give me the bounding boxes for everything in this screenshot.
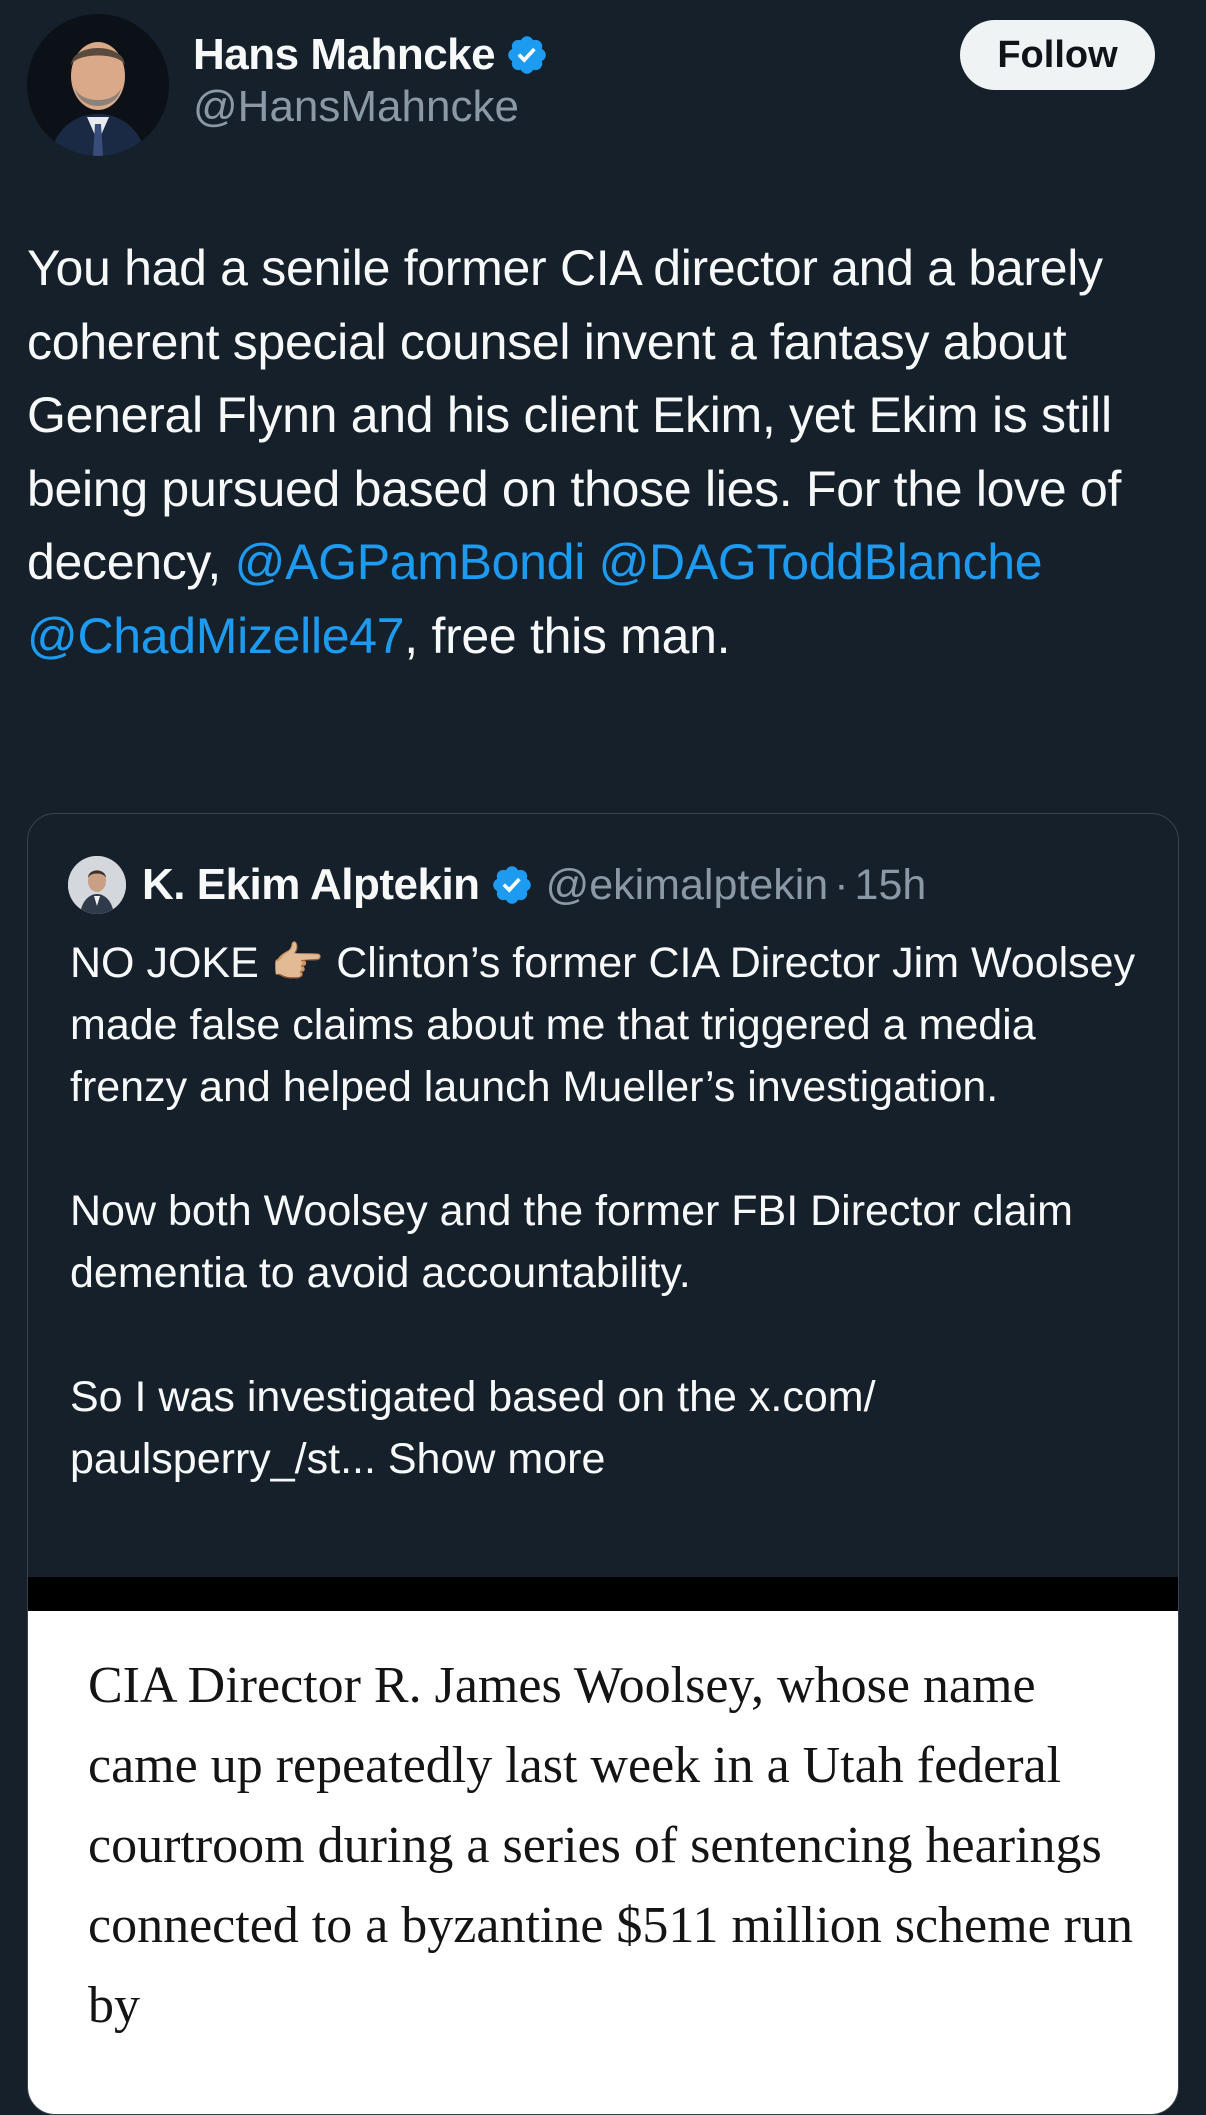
show-more-link[interactable]: Show more bbox=[388, 1435, 605, 1483]
media-top-bar bbox=[28, 1577, 1178, 1611]
author-display-name[interactable]: Hans Mahncke bbox=[193, 30, 496, 80]
quoted-text-segment: NO JOKE bbox=[70, 939, 271, 987]
verified-badge-icon bbox=[508, 36, 546, 74]
mention-link[interactable]: @ChadMizelle47 bbox=[27, 608, 405, 664]
quoted-paragraph-3: So I was investigated based on the x.com… bbox=[70, 1366, 1150, 1490]
mention-link[interactable]: @AGPamBondi bbox=[235, 534, 586, 590]
tweet-text: You had a senile former CIA director and… bbox=[27, 232, 1187, 673]
author-avatar[interactable] bbox=[27, 14, 169, 156]
verified-badge-icon bbox=[492, 866, 531, 904]
quoted-author-avatar[interactable] bbox=[68, 856, 126, 914]
mention-link[interactable]: @DAGToddBlanche bbox=[599, 534, 1043, 590]
quoted-timestamp[interactable]: 15h bbox=[855, 861, 927, 910]
pointing-right-emoji-icon: 👉🏼 bbox=[270, 939, 325, 987]
quoted-paragraph-2: Now both Woolsey and the former FBI Dire… bbox=[70, 1187, 1073, 1297]
media-article-text: CIA Director R. James Woolsey, whose nam… bbox=[88, 1657, 1133, 2034]
quoted-tweet-header: K. Ekim Alptekin @ekimalptekin · 15h bbox=[68, 854, 926, 916]
separator-dot: · bbox=[834, 860, 849, 909]
tweet-text-tail: , free this man. bbox=[404, 607, 731, 664]
quoted-tweet-text: NO JOKE 👉🏼 Clinton’s former CIA Director… bbox=[70, 932, 1150, 1490]
quoted-author-display-name[interactable]: K. Ekim Alptekin bbox=[142, 860, 480, 910]
quoted-author-handle[interactable]: @ekimalptekin bbox=[546, 861, 829, 910]
quoted-media-image[interactable]: CIA Director R. James Woolsey, whose nam… bbox=[28, 1611, 1178, 2114]
tweet-header: Hans Mahncke @HansMahncke Follow bbox=[0, 0, 1206, 160]
author-handle[interactable]: @HansMahncke bbox=[193, 82, 549, 132]
follow-button[interactable]: Follow bbox=[960, 20, 1155, 90]
quoted-paragraph-1: NO JOKE 👉🏼 Clinton’s former CIA Director… bbox=[70, 932, 1150, 1118]
quoted-tweet[interactable]: K. Ekim Alptekin @ekimalptekin · 15h NO … bbox=[27, 813, 1179, 2115]
